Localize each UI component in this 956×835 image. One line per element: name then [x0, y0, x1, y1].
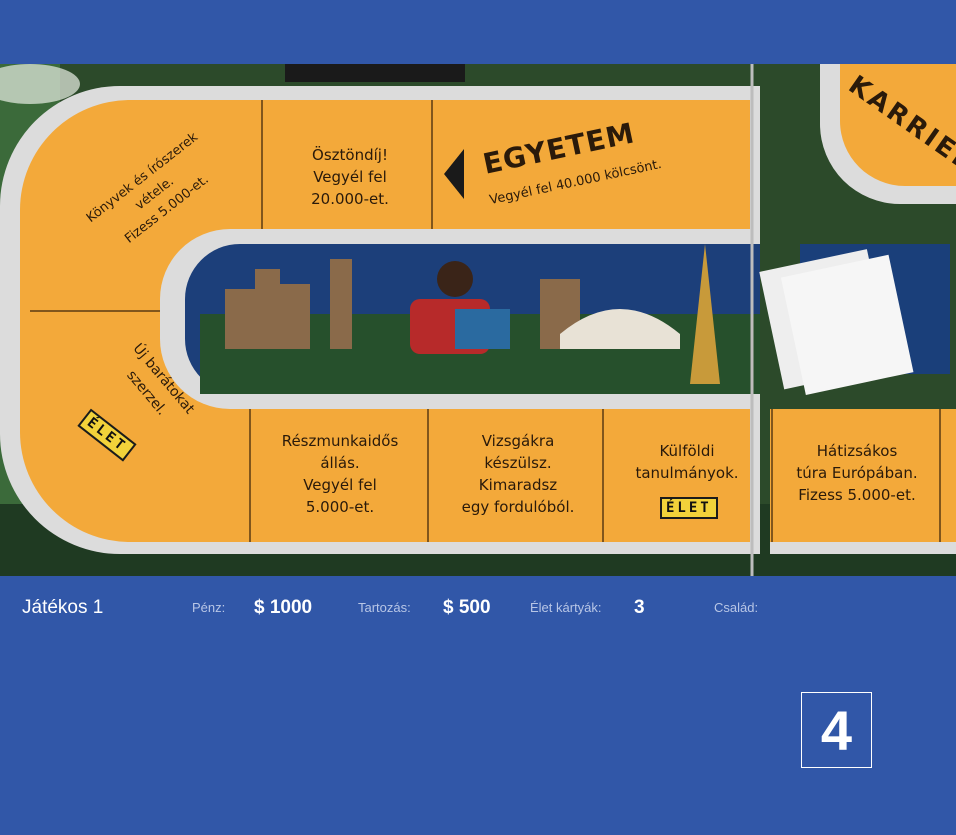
dice-value: 4	[820, 698, 853, 762]
square-abroad: Külföldi tanulmányok.	[635, 442, 739, 482]
square-part-time: Részmunkaidős állás. Vegyél fel 5.000-et…	[281, 432, 399, 516]
player-status-bar: Játékos 1 Pénz: $ 1000 Tartozás: $ 500 É…	[0, 576, 956, 640]
dice-button[interactable]: 4	[801, 692, 872, 768]
debt-label: Tartozás:	[358, 600, 411, 615]
life-cards-label: Élet kártyák:	[530, 600, 602, 615]
family-label: Család:	[714, 600, 759, 615]
square-backpack: Hátizsákos túra Európában. Fizess 5.000-…	[796, 442, 918, 504]
game-board-photo: Könyvek és írószerek vétele. Fizess 5.00…	[0, 64, 956, 576]
money-label: Pénz:	[192, 600, 226, 615]
player-name: Játékos 1	[22, 597, 104, 618]
debt-value: $ 500	[443, 597, 491, 618]
elet-badge-text-2: ÉLET	[660, 497, 718, 519]
abroad-elet-badge: ÉLET	[660, 497, 718, 519]
money-value: $ 1000	[254, 597, 313, 618]
life-cards-value: 3	[634, 597, 645, 618]
square-exams: Vizsgákra készülsz. Kimaradsz egy fordul…	[461, 432, 575, 516]
square-scholarship: Ösztöndíj! Vegyél fel 20.000-et.	[311, 146, 389, 208]
